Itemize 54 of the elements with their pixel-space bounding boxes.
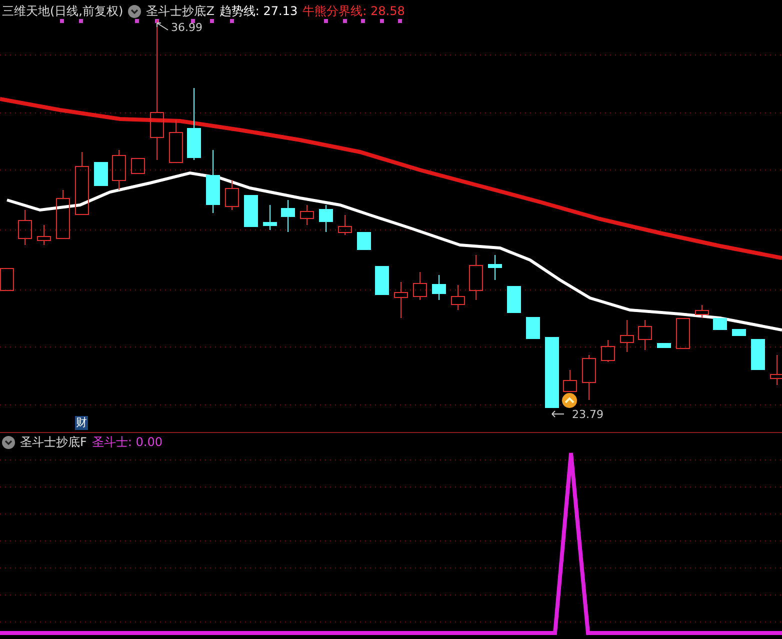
dropdown-icon[interactable] xyxy=(128,4,142,18)
candlestick xyxy=(244,194,258,228)
arrow-icon xyxy=(156,22,170,32)
candlestick xyxy=(676,318,690,349)
candlestick xyxy=(281,200,295,232)
indicator-name: 圣斗士抄底F xyxy=(20,434,87,450)
candlestick xyxy=(394,282,408,318)
indicator-name: 圣斗士抄底Z xyxy=(146,3,214,19)
candlestick xyxy=(94,162,108,186)
candlestick xyxy=(131,158,145,174)
candlestick xyxy=(56,190,70,239)
candlestick xyxy=(469,254,483,300)
buy-signal-icon xyxy=(562,393,577,408)
candlestick xyxy=(225,180,239,210)
candlestick xyxy=(37,224,51,246)
candlestick xyxy=(263,204,277,230)
candlestick xyxy=(638,320,652,350)
arrow-icon xyxy=(551,410,565,418)
candlestick xyxy=(695,304,709,318)
candlestick xyxy=(657,342,671,348)
candlestick xyxy=(112,150,126,190)
indicator-value: 牛熊分界线: 28.58 xyxy=(302,3,405,19)
dropdown-icon[interactable] xyxy=(2,436,15,448)
candlestick xyxy=(75,152,89,215)
finance-badge[interactable]: 财 xyxy=(75,416,88,430)
stock-title: 三维天地(日线,前复权) xyxy=(2,3,124,19)
candlestick xyxy=(732,328,746,336)
candlestick xyxy=(582,354,596,400)
candlestick xyxy=(601,340,615,362)
candlestick xyxy=(545,336,559,408)
candlestick xyxy=(770,354,782,386)
candlestick xyxy=(488,254,502,280)
candlestick xyxy=(620,320,634,352)
candlestick xyxy=(300,204,314,226)
candlestick xyxy=(451,284,465,310)
candlestick xyxy=(0,268,14,291)
indicator-value: 圣斗士: 0.00 xyxy=(92,434,162,450)
low-price-label: 23.79 xyxy=(572,408,604,421)
candlestick xyxy=(18,210,32,246)
candlestick xyxy=(319,204,333,232)
candlestick xyxy=(338,214,352,236)
candlestick xyxy=(432,274,446,300)
candlestick xyxy=(526,316,540,340)
indicator-value: 趋势线: 27.13 xyxy=(219,3,298,19)
candlestick xyxy=(375,266,389,296)
candlestick xyxy=(507,286,521,314)
candlestick xyxy=(413,272,427,300)
candlestick xyxy=(357,232,371,250)
candlestick xyxy=(563,370,577,392)
candlestick xyxy=(751,338,765,370)
candlestick xyxy=(206,150,220,214)
candlestick xyxy=(713,318,727,330)
candlestick xyxy=(169,120,183,163)
high-price-label: 36.99 xyxy=(171,21,202,34)
